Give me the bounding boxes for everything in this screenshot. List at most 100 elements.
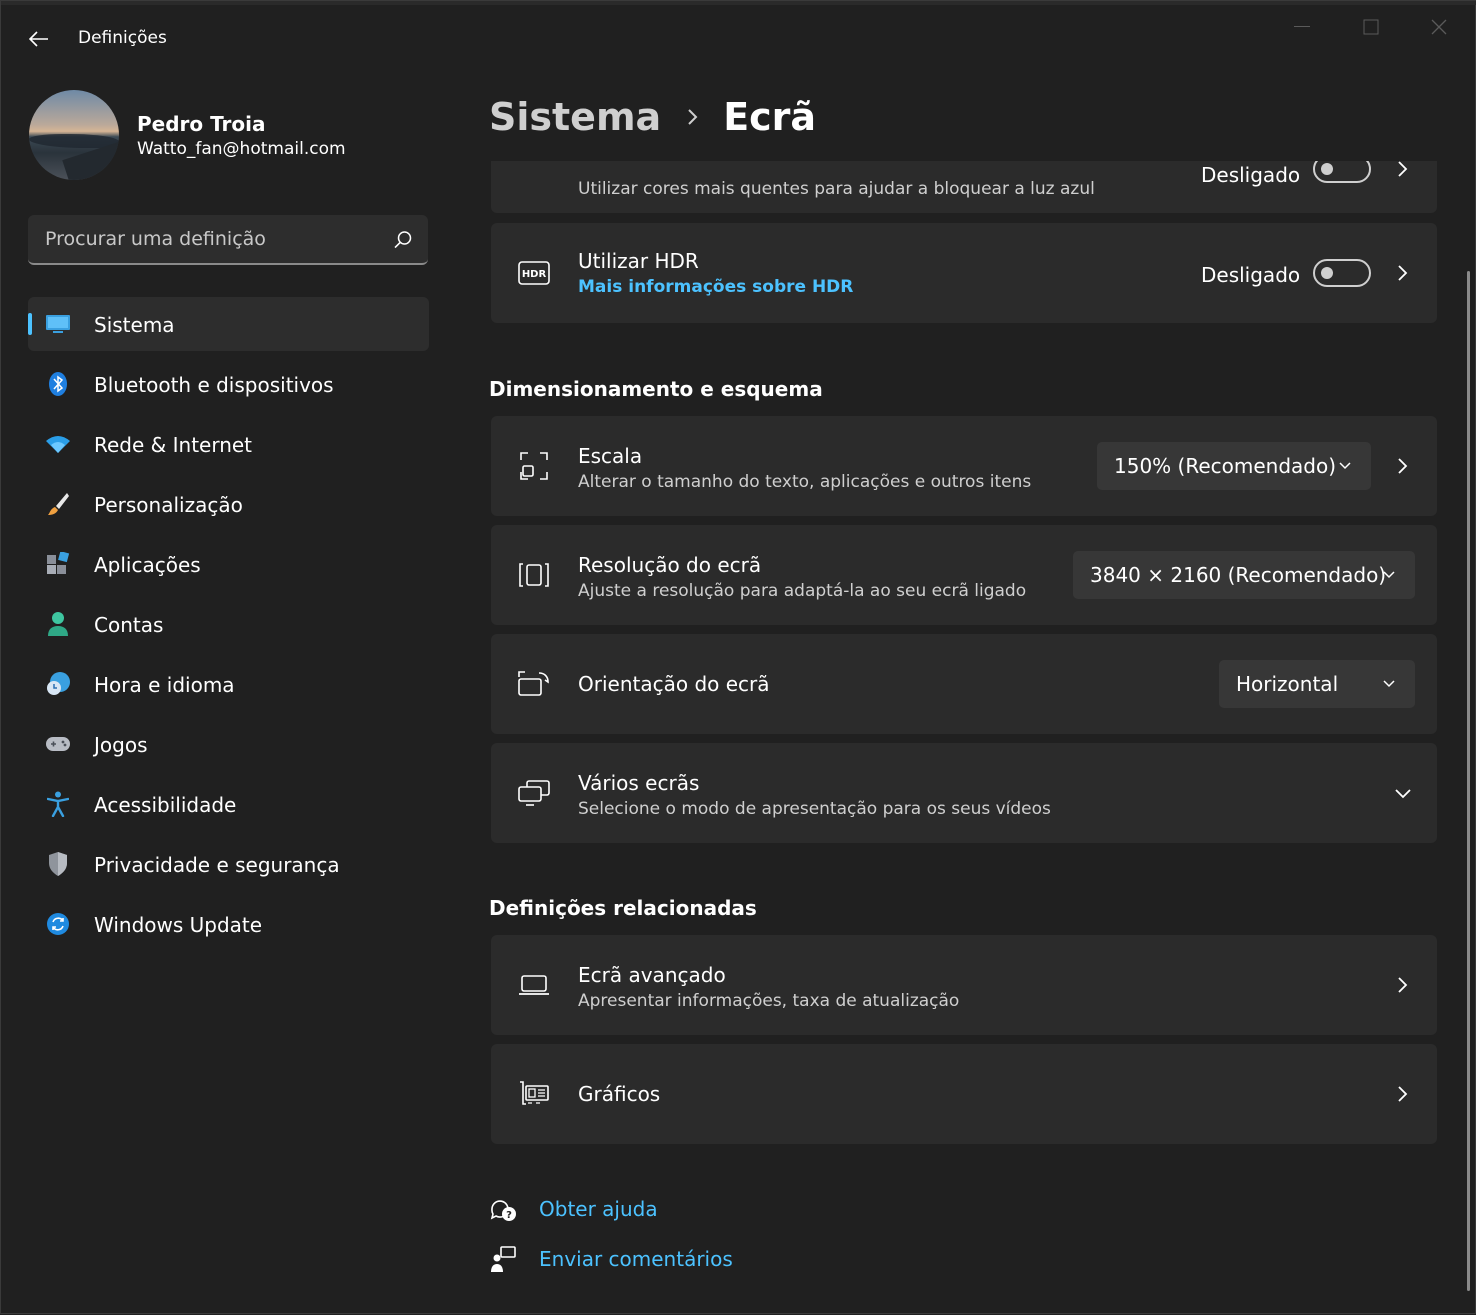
scrollbar[interactable] bbox=[1467, 271, 1470, 1291]
breadcrumb-parent[interactable]: Sistema bbox=[489, 95, 661, 139]
chevron-down-icon bbox=[1339, 462, 1351, 470]
minimize-icon bbox=[1294, 26, 1310, 27]
scale-title: Escala bbox=[578, 444, 643, 468]
multiple-displays-card[interactable]: Vários ecrãs Selecione o modo de apresen… bbox=[491, 743, 1437, 843]
sidebar-item-aplicacoes[interactable]: Aplicações bbox=[28, 537, 429, 591]
apps-icon bbox=[45, 551, 71, 577]
user-email: Watto_fan@hotmail.com bbox=[137, 139, 346, 159]
sidebar-item-jogos[interactable]: Jogos bbox=[28, 717, 429, 771]
scale-dropdown[interactable]: 150% (Recomendado) bbox=[1097, 442, 1371, 490]
content-scroll-area[interactable]: Utilizar cores mais quentes para ajudar … bbox=[489, 161, 1439, 1315]
sidebar-item-label: Windows Update bbox=[94, 913, 263, 937]
maximize-icon bbox=[1363, 19, 1379, 35]
shield-icon bbox=[45, 851, 71, 877]
globe-clock-icon bbox=[45, 671, 71, 697]
search-icon[interactable] bbox=[392, 229, 414, 251]
chevron-right-icon bbox=[1391, 261, 1415, 285]
laptop-icon bbox=[517, 968, 551, 1002]
scale-icon bbox=[517, 449, 551, 483]
svg-text:HDR: HDR bbox=[522, 269, 547, 280]
search-input[interactable]: Procurar uma definição bbox=[28, 215, 428, 265]
sidebar-item-label: Aplicações bbox=[94, 553, 201, 577]
scale-card[interactable]: Escala Alterar o tamanho do texto, aplic… bbox=[491, 416, 1437, 516]
search-placeholder: Procurar uma definição bbox=[45, 228, 266, 250]
user-name: Pedro Troia bbox=[137, 112, 266, 136]
sidebar-item-bluetooth[interactable]: Bluetooth e dispositivos bbox=[28, 357, 429, 411]
gamepad-icon bbox=[45, 731, 71, 757]
system-icon bbox=[45, 311, 71, 337]
sidebar-item-windows-update[interactable]: Windows Update bbox=[28, 897, 429, 951]
sidebar-item-label: Sistema bbox=[94, 313, 175, 337]
resolution-value: 3840 × 2160 (Recomendado) bbox=[1090, 563, 1387, 587]
sidebar-item-label: Hora e idioma bbox=[94, 673, 235, 697]
sidebar-item-acessibilidade[interactable]: Acessibilidade bbox=[28, 777, 429, 831]
sidebar-item-privacidade[interactable]: Privacidade e segurança bbox=[28, 837, 429, 891]
chevron-right-icon[interactable] bbox=[1391, 454, 1415, 478]
close-button[interactable] bbox=[1419, 13, 1459, 41]
sidebar-item-hora[interactable]: Hora e idioma bbox=[28, 657, 429, 711]
settings-window: Definições Pedro Troia Watto_fan@hotmail… bbox=[0, 0, 1476, 1314]
hdr-toggle[interactable] bbox=[1313, 259, 1371, 287]
hdr-title: Utilizar HDR bbox=[578, 249, 699, 273]
sidebar-item-rede[interactable]: Rede & Internet bbox=[28, 417, 429, 471]
orientation-title: Orientação do ecrã bbox=[578, 672, 770, 696]
resolution-description: Ajuste a resolução para adaptá-la ao seu… bbox=[578, 581, 1027, 601]
rotate-screen-icon bbox=[517, 667, 551, 701]
night-light-toggle[interactable] bbox=[1313, 161, 1371, 183]
advanced-display-description: Apresentar informações, taxa de atualiza… bbox=[578, 991, 960, 1011]
orientation-dropdown[interactable]: Horizontal bbox=[1219, 660, 1415, 708]
chevron-down-icon bbox=[1383, 571, 1395, 579]
help-chat-icon: ? bbox=[490, 1200, 516, 1221]
night-light-card[interactable]: Utilizar cores mais quentes para ajudar … bbox=[491, 161, 1437, 213]
update-icon bbox=[45, 911, 71, 937]
person-icon bbox=[45, 611, 71, 637]
sidebar-item-sistema[interactable]: Sistema bbox=[28, 297, 429, 351]
section-scale-layout: Dimensionamento e esquema bbox=[489, 377, 823, 401]
hdr-card[interactable]: HDR Utilizar HDR Mais informações sobre … bbox=[491, 223, 1437, 323]
resolution-title: Resolução do ecrã bbox=[578, 553, 762, 577]
advanced-display-card[interactable]: Ecrã avançado Apresentar informações, ta… bbox=[491, 935, 1437, 1035]
bluetooth-icon bbox=[45, 371, 71, 397]
close-icon bbox=[1431, 19, 1447, 35]
chevron-right-icon bbox=[1391, 1082, 1415, 1106]
graphics-card-icon bbox=[517, 1077, 551, 1111]
chevron-down-icon bbox=[1383, 680, 1395, 688]
wifi-icon bbox=[45, 431, 71, 457]
avatar[interactable] bbox=[29, 90, 119, 180]
hdr-more-info-link[interactable]: Mais informações sobre HDR bbox=[578, 277, 853, 297]
back-button[interactable] bbox=[23, 25, 55, 53]
accessibility-icon bbox=[45, 791, 71, 817]
resolution-card[interactable]: Resolução do ecrã Ajuste a resolução par… bbox=[491, 525, 1437, 625]
maximize-button[interactable] bbox=[1351, 13, 1391, 41]
minimize-button[interactable] bbox=[1282, 13, 1322, 41]
resolution-dropdown[interactable]: 3840 × 2160 (Recomendado) bbox=[1073, 551, 1415, 599]
sidebar-item-label: Privacidade e segurança bbox=[94, 853, 340, 877]
hdr-icon: HDR bbox=[517, 256, 551, 290]
sidebar-nav: Sistema Bluetooth e dispositivos Rede & … bbox=[28, 297, 429, 957]
advanced-display-title: Ecrã avançado bbox=[578, 963, 726, 987]
sidebar-item-label: Jogos bbox=[94, 733, 148, 757]
orientation-value: Horizontal bbox=[1236, 672, 1339, 696]
app-title: Definições bbox=[78, 28, 167, 48]
sidebar-item-label: Personalização bbox=[94, 493, 243, 517]
sidebar-item-personalizacao[interactable]: Personalização bbox=[28, 477, 429, 531]
feedback-icon bbox=[491, 1246, 516, 1272]
chevron-down-icon[interactable] bbox=[1391, 781, 1415, 805]
sidebar-item-label: Bluetooth e dispositivos bbox=[94, 373, 334, 397]
send-feedback-label: Enviar comentários bbox=[539, 1247, 733, 1271]
breadcrumb: Sistema Ecrã bbox=[489, 89, 816, 145]
orientation-card[interactable]: Orientação do ecrã Horizontal bbox=[491, 634, 1437, 734]
sidebar-item-contas[interactable]: Contas bbox=[28, 597, 429, 651]
graphics-card[interactable]: Gráficos bbox=[491, 1044, 1437, 1144]
multiple-displays-description: Selecione o modo de apresentação para os… bbox=[578, 799, 1051, 819]
section-related: Definições relacionadas bbox=[489, 896, 757, 920]
selection-indicator bbox=[28, 313, 32, 335]
night-light-description: Utilizar cores mais quentes para ajudar … bbox=[578, 179, 1095, 199]
chevron-right-icon bbox=[1391, 973, 1415, 997]
scale-value: 150% (Recomendado) bbox=[1114, 454, 1337, 478]
night-light-state: Desligado bbox=[1201, 163, 1301, 187]
title-bar: Definições bbox=[1, 1, 1476, 79]
multiple-displays-icon bbox=[517, 776, 551, 810]
sidebar-item-label: Acessibilidade bbox=[94, 793, 237, 817]
sidebar-item-label: Contas bbox=[94, 613, 164, 637]
